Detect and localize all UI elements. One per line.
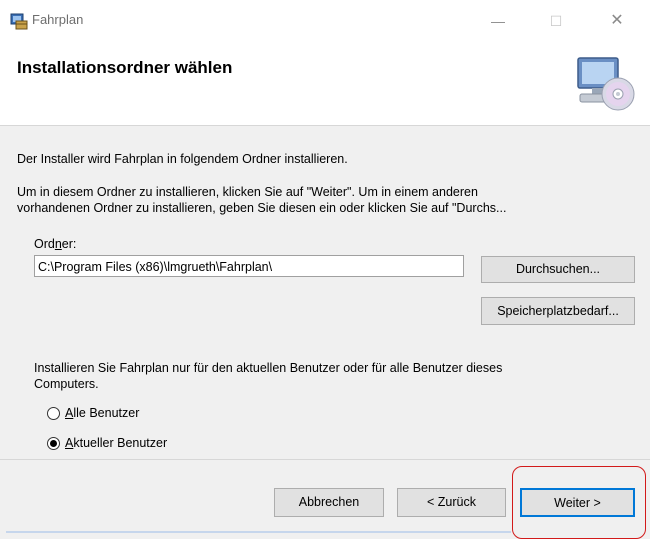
- folder-path-input[interactable]: C:\Program Files (x86)\lmgrueth\Fahrplan…: [34, 255, 464, 277]
- browse-button[interactable]: Durchsuchen...: [481, 256, 635, 283]
- instructions-line-1: Um in diesem Ordner zu installieren, kli…: [17, 185, 478, 199]
- folder-label: Ordner:: [34, 237, 77, 251]
- computer-cd-icon: [574, 52, 636, 114]
- disk-space-button[interactable]: Speicherplatzbedarf...: [481, 297, 635, 325]
- close-button[interactable]: ✕: [594, 0, 640, 42]
- header-banner: [0, 42, 650, 125]
- minimize-button[interactable]: —: [475, 0, 521, 42]
- radio-current-user[interactable]: [47, 437, 60, 450]
- window-title: Fahrplan: [32, 12, 84, 27]
- radio-current-user-label[interactable]: Aktueller Benutzer: [65, 435, 167, 451]
- window-bottom-edge: [6, 531, 511, 533]
- next-button-highlight: [512, 466, 646, 539]
- back-button[interactable]: < Zurück: [397, 488, 506, 517]
- scope-text-line-2: Computers.: [34, 377, 99, 391]
- radio-selected-dot: [50, 440, 57, 447]
- intro-text: Der Installer wird Fahrplan in folgendem…: [17, 152, 348, 166]
- scope-text-line-1: Installieren Sie Fahrplan nur für den ak…: [34, 361, 503, 375]
- instructions-line-2: vorhandenen Ordner zu installieren, gebe…: [17, 201, 507, 215]
- cancel-button[interactable]: Abbrechen: [274, 488, 384, 517]
- maximize-button[interactable]: ☐: [533, 0, 579, 42]
- installer-app-icon: [10, 12, 28, 30]
- radio-all-users-label[interactable]: Alle Benutzer: [65, 405, 139, 421]
- page-title: Installationsordner wählen: [17, 58, 233, 77]
- radio-all-users[interactable]: [47, 407, 60, 420]
